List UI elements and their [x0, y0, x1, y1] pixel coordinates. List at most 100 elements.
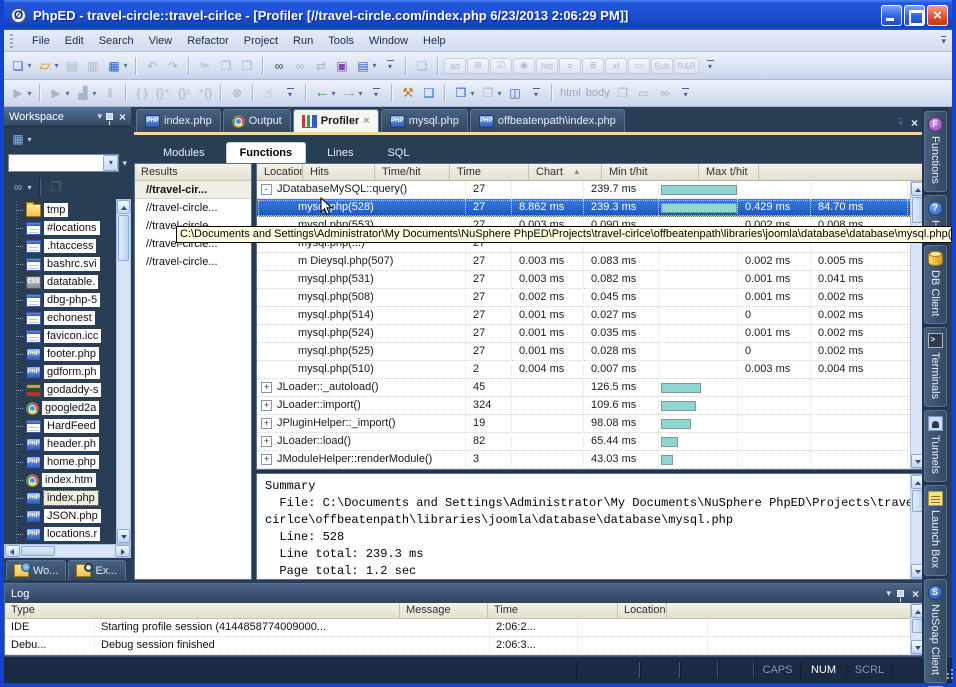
workspace-find-dropdown-icon[interactable]: ▾ [25, 177, 34, 197]
log-header[interactable]: Log ▾ × [5, 584, 925, 603]
settings-tools-button[interactable]: ⚒ [398, 83, 418, 103]
table-row[interactable]: mysql.php(514) 27 0.001 ms 0.027 ms 0 0.… [257, 307, 925, 325]
log-column-header[interactable]: Time [488, 603, 618, 618]
sidebar-tab[interactable]: NuSoap Client [924, 579, 947, 683]
pin-icon[interactable] [897, 590, 904, 597]
table-row[interactable]: + JPluginHelper::_import() 19 98.08 ms [257, 415, 925, 433]
log-column-header[interactable]: Message [400, 603, 488, 618]
scroll-right-icon[interactable] [115, 545, 130, 557]
profiler-tab[interactable]: SQL [374, 143, 422, 163]
pin-icon[interactable] [106, 113, 113, 120]
body-tag-button[interactable]: body [584, 83, 612, 103]
scroll-left-icon[interactable] [5, 545, 20, 557]
panel-menu-icon[interactable]: ▾ [886, 588, 891, 599]
expand-toggle-icon[interactable]: - [261, 184, 272, 195]
page-setup-button[interactable]: ❑ [419, 83, 439, 103]
tree-item[interactable]: index.php [24, 489, 115, 507]
debug-run-dropdown-icon[interactable]: ▾ [63, 83, 72, 103]
tab-bar-close-icon[interactable]: × [911, 118, 918, 128]
log-column-header[interactable]: Location [618, 603, 667, 618]
workspace-filter-combo[interactable]: ▾ [8, 154, 119, 172]
table-row[interactable] [257, 469, 925, 470]
table-row[interactable]: mysql.php(528) 27 8.862 ms 239.3 ms 0.42… [257, 199, 925, 217]
table-row[interactable]: m Dieysql.php(507) 27 0.003 ms 0.083 ms … [257, 253, 925, 271]
title-bar[interactable]: Ø PhpED - travel-circle::travel-cirlce -… [4, 0, 952, 30]
table-row[interactable]: + JLoader::import() 324 109.6 ms [257, 397, 925, 415]
result-item[interactable]: //travel-circle... [135, 253, 251, 271]
stamp-dropdown-icon[interactable]: ▾ [495, 83, 504, 103]
open-file-dropdown-icon[interactable]: ▾ [52, 56, 61, 76]
workspace-tab[interactable]: Ex... [68, 560, 125, 580]
toolbar-overflow-icon[interactable]: ▾ [122, 158, 127, 169]
new-window-dropdown-icon[interactable]: ▾ [468, 83, 477, 103]
tree-scrollbar[interactable] [116, 199, 131, 544]
result-item[interactable]: //travel-circle... [135, 199, 251, 217]
tree-horizontal-scrollbar[interactable] [4, 544, 131, 558]
sidebar-tab[interactable]: Launch Box [924, 485, 947, 576]
panel-close-icon[interactable]: × [119, 112, 126, 122]
split-view-button[interactable]: ◫ [505, 83, 525, 103]
tree-item[interactable]: HardFeed [24, 417, 115, 435]
table-row[interactable]: + JLoader::_autoload() 45 126.5 ms [257, 379, 925, 397]
tree-item[interactable]: favicon.icc [24, 327, 115, 345]
column-header[interactable]: Min t/hit [602, 164, 699, 180]
editor-tab[interactable]: Output [223, 109, 291, 132]
tree-item[interactable]: header.ph [24, 435, 115, 453]
tab-close-icon[interactable]: × [363, 115, 369, 127]
tree-item[interactable]: godaddy-s [24, 381, 115, 399]
workspace-header[interactable]: Workspace ▾ × [4, 107, 131, 127]
forward-dropdown-icon[interactable]: ▾ [356, 83, 365, 103]
expand-toggle-icon[interactable]: + [261, 436, 272, 447]
close-button[interactable] [927, 5, 948, 26]
find-button[interactable]: ∞ [269, 56, 289, 76]
profiler-tab[interactable]: Lines [314, 143, 366, 163]
minimize-button[interactable] [881, 5, 902, 26]
menu-item[interactable]: Run [293, 35, 313, 47]
tree-item[interactable]: index.htm [24, 471, 115, 489]
editor-tab[interactable]: index.php [136, 109, 221, 132]
log-column-header[interactable]: Type [5, 603, 400, 618]
column-header[interactable]: Hits [303, 164, 375, 180]
workspace-tab[interactable]: Wo... [6, 560, 66, 580]
tree-item[interactable]: .htaccess [24, 237, 115, 255]
back-dropdown-icon[interactable]: ▾ [329, 83, 338, 103]
tree-item[interactable]: datatable. [24, 273, 115, 291]
table-row[interactable]: mysql.php(524) 27 0.001 ms 0.035 ms 0.00… [257, 325, 925, 343]
panel-menu-icon[interactable]: ▾ [97, 111, 102, 122]
sidebar-tab[interactable]: Tunnels [924, 410, 947, 482]
menu-item[interactable]: Project [244, 35, 278, 47]
combo-dropdown-icon[interactable]: ▾ [103, 155, 118, 171]
tree-item[interactable]: bashrc.svi [24, 255, 115, 273]
menu-item[interactable]: View [149, 35, 173, 47]
tree-item[interactable]: #locations [24, 219, 115, 237]
menu-item[interactable]: Tools [328, 35, 354, 47]
tree-item[interactable]: googled2a [24, 399, 115, 417]
sidebar-tab[interactable]: Terminals [924, 327, 947, 407]
menu-item[interactable]: Window [369, 35, 408, 47]
log-row[interactable]: Debu... Debug session finished 2:06:3... [5, 637, 925, 655]
column-header[interactable]: Max t/hit [699, 164, 759, 180]
new-file-dropdown-icon[interactable]: ▾ [25, 56, 34, 76]
table-row[interactable]: mysql.php(525) 27 0.001 ms 0.028 ms 0 0.… [257, 343, 925, 361]
log-row[interactable]: IDE Starting profile session (4144858774… [5, 619, 925, 637]
table-row[interactable]: mysql.php(508) 27 0.002 ms 0.045 ms 0.00… [257, 289, 925, 307]
column-header[interactable]: Time [450, 164, 529, 180]
scroll-up-icon[interactable] [117, 200, 130, 214]
table-row[interactable]: - JDatabaseMySQL::query() 27 239.7 ms [257, 181, 925, 199]
editor-tab[interactable]: Profiler × [293, 109, 379, 132]
table-row[interactable]: mysql.php(510) 2 0.004 ms 0.007 ms 0.003… [257, 361, 925, 379]
column-header[interactable]: Location [257, 164, 303, 180]
table-row[interactable]: mysql.php(531) 27 0.003 ms 0.082 ms 0.00… [257, 271, 925, 289]
profiler-tab[interactable]: Functions [226, 142, 307, 163]
table-row[interactable]: + JModuleHelper::renderModule() 3 43.03 … [257, 451, 925, 469]
run-dropdown-icon[interactable]: ▾ [25, 83, 34, 103]
tree-item[interactable]: dbg-php-5 [24, 291, 115, 309]
scrollbar-thumb[interactable] [21, 546, 55, 556]
toolbar-overflow-icon[interactable]: ▾ [280, 83, 300, 103]
html-tag-button[interactable]: html [558, 83, 583, 103]
toolbar-overflow-icon[interactable]: ▾ [380, 56, 400, 76]
toolbar-overflow-icon[interactable]: ▾ [700, 56, 720, 76]
menu-item[interactable]: Help [423, 35, 446, 47]
toolbar-overflow-icon[interactable]: ▾ [676, 83, 696, 103]
save-remote-dropdown-icon[interactable]: ▾ [121, 56, 130, 76]
